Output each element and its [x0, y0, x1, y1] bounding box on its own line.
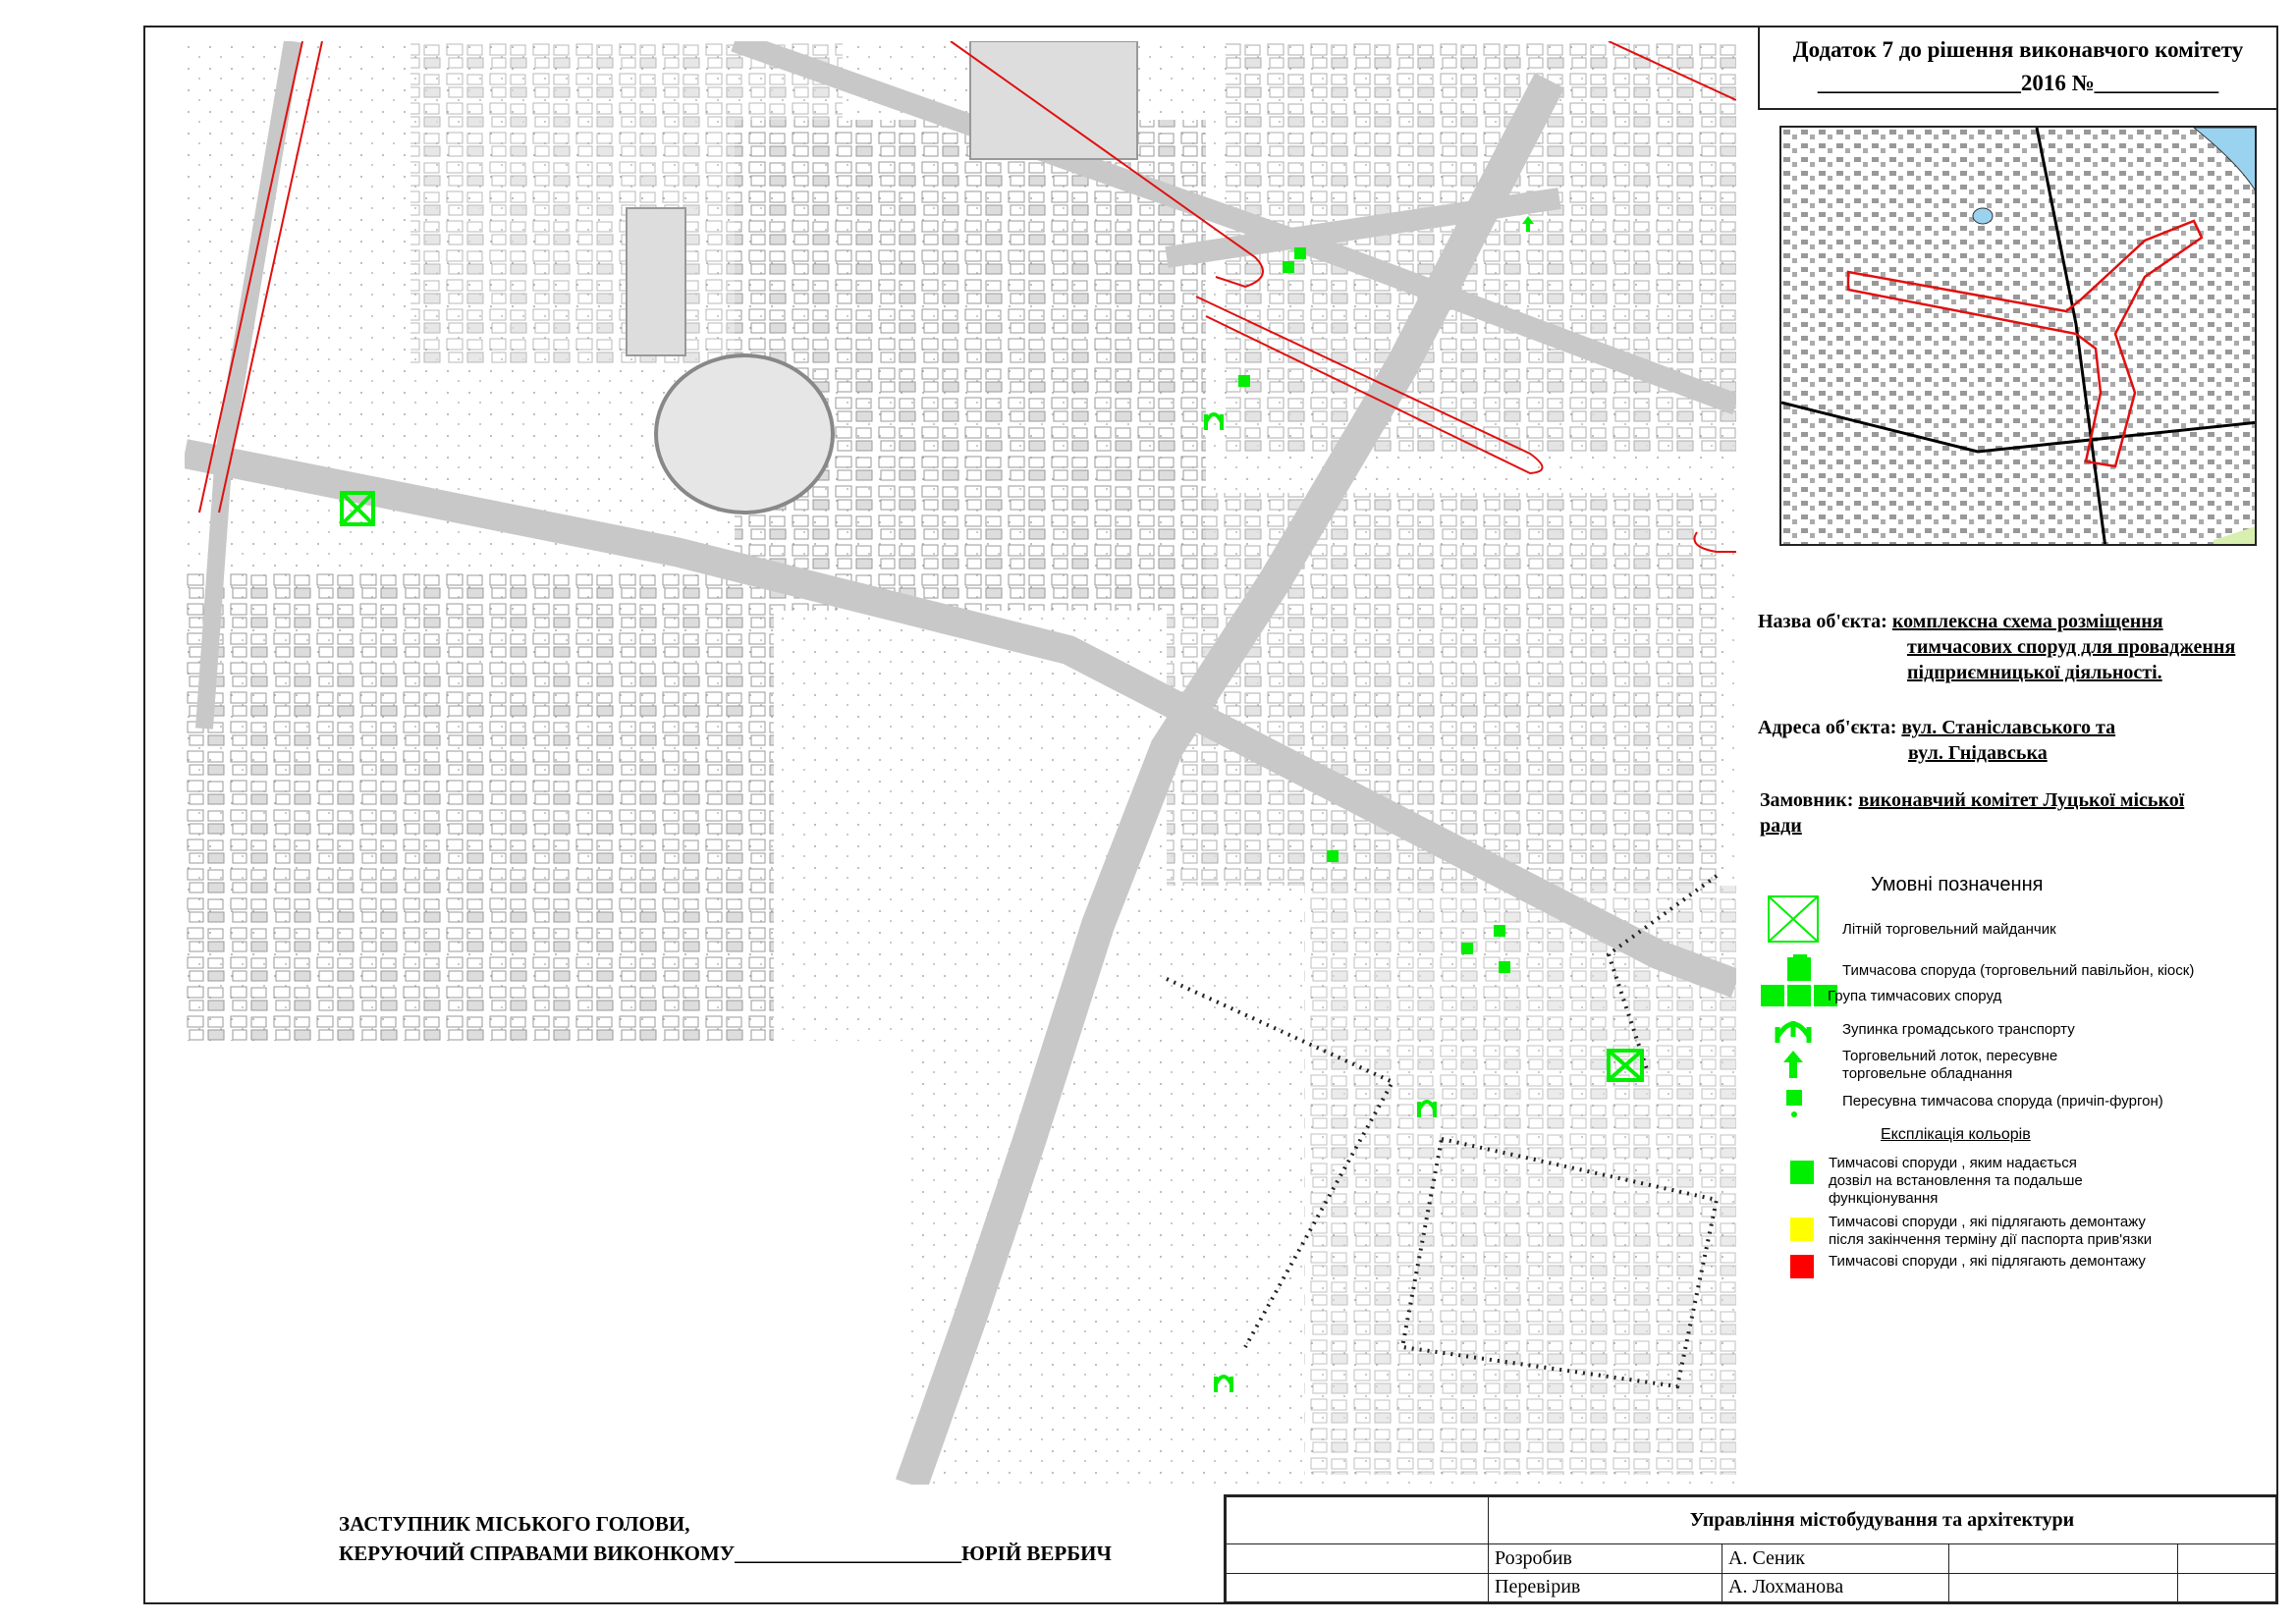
overview-inset-map[interactable] [1779, 126, 2257, 546]
color-legend-title: Експлікація кольорів [1881, 1126, 2031, 1143]
color-swatch-green [1790, 1161, 1814, 1184]
trade-stall-icon [1783, 1051, 1803, 1078]
bus-stop-icon [1775, 1021, 1812, 1043]
object-name-value-1: комплексна схема розміщення [1891, 611, 2163, 632]
customer-value-1: виконавчий комітет Луцької міської [1858, 789, 2185, 811]
customer: Замовник: виконавчий комітет Луцької міс… [1760, 787, 2184, 839]
address-value-2: вул. Гнідавська [1908, 742, 2048, 764]
legend-item-bus-stop: Зупинка громадського транспорту [1842, 1021, 2075, 1038]
trailer-icon [1786, 1090, 1802, 1117]
legend-item-kiosk-group: Група тимчасових споруд [1828, 988, 2002, 1004]
object-address: Адреса об'єкта: вул. Станіславського та … [1758, 715, 2115, 766]
legend-item-trailer: Пересувна тимчасова споруда (причіп-фург… [1842, 1093, 2163, 1110]
city-map[interactable] [185, 41, 1736, 1485]
checked-label: Перевірив [1488, 1572, 1722, 1602]
title-block: Управління містобудування та архітектури… [1224, 1494, 2278, 1604]
legend-item-trade-stall: Торговельний лоток, пересувне торговельн… [1842, 1048, 2058, 1082]
checked-name: А. Лохманова [1722, 1572, 1949, 1602]
appendix-line-2: __________________2016 №___________ [1817, 71, 2219, 95]
legend-item-summer-area: Літній торговельний майданчик [1842, 921, 2056, 938]
customer-value-2: ради [1760, 815, 1802, 837]
object-name-value-2: тимчасових споруд для провадження [1907, 636, 2236, 658]
legend-symbols [1761, 895, 1837, 1117]
appendix-line-1: Додаток 7 до рішення виконавчого комітет… [1792, 37, 2244, 62]
signature-block: ЗАСТУПНИК МІСЬКОГО ГОЛОВИ, КЕРУЮЧИЙ СПРА… [339, 1509, 1112, 1568]
color-swatch-red [1790, 1255, 1814, 1278]
developed-name: А. Сеник [1722, 1543, 1949, 1574]
map-base [185, 41, 1736, 1485]
object-name: Назва об'єкта: комплексна схема розміщен… [1758, 609, 2235, 685]
summer-area-icon [1768, 895, 1819, 943]
kiosk-group-icon [1761, 957, 1837, 1006]
inset-map-graphic [1781, 128, 2255, 544]
legend-item-kiosk: Тимчасова споруда (торговельний павільйо… [1842, 962, 2195, 979]
title-block-org: Управління містобудування та архітектури [1488, 1496, 2276, 1544]
address-value-1: вул. Станіславського та [1901, 717, 2116, 738]
color-item-yellow: Тимчасові споруди , які підлягають демон… [1829, 1214, 2153, 1248]
customer-label: Замовник: [1760, 789, 1854, 811]
color-item-green: Тимчасові споруди , яким надається дозві… [1829, 1155, 2083, 1207]
object-name-label: Назва об'єкта: [1758, 611, 1887, 632]
legend-title: Умовні позначення [1871, 874, 2044, 895]
color-item-red: Тимчасові споруди , які підлягають демон… [1829, 1253, 2146, 1270]
signature-line-1: ЗАСТУПНИК МІСЬКОГО ГОЛОВИ, [339, 1512, 690, 1536]
signature-line-2: КЕРУЮЧИЙ СПРАВАМИ ВИКОНКОМУ_____________… [339, 1542, 1112, 1565]
color-swatch-yellow [1790, 1218, 1814, 1241]
address-label: Адреса об'єкта: [1758, 717, 1897, 738]
appendix-box: Додаток 7 до рішення виконавчого комітет… [1758, 26, 2278, 110]
object-name-value-3: підприємницької діяльності. [1907, 662, 2162, 683]
developed-label: Розробив [1488, 1543, 1722, 1574]
